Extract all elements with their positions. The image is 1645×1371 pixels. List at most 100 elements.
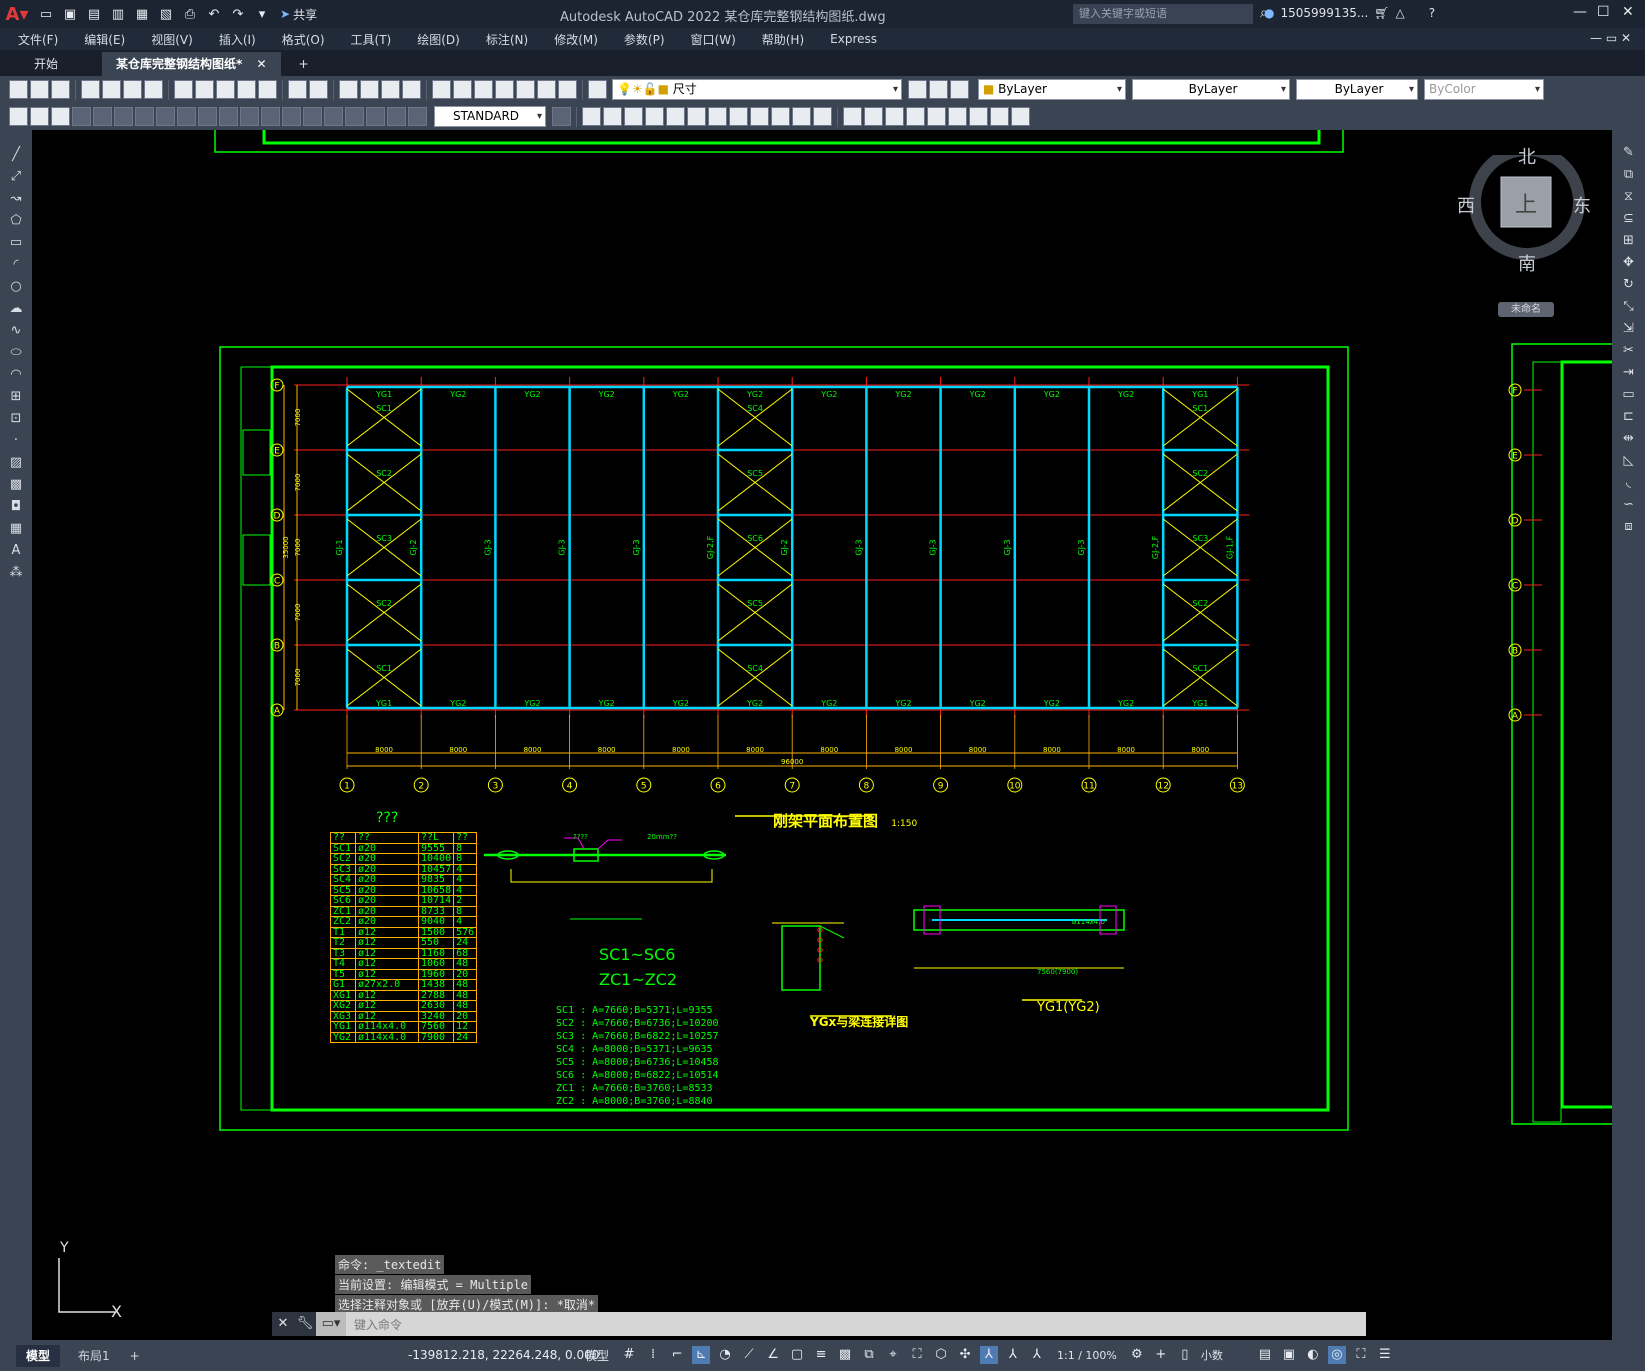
tool-palettes-icon[interactable] xyxy=(474,80,493,99)
3d-align-icon[interactable] xyxy=(990,107,1009,126)
viewcube-top-face[interactable]: 上 xyxy=(1515,187,1537,219)
object-snap-tracking-icon[interactable]: ∠ xyxy=(764,1346,782,1364)
3d-dwf-icon[interactable] xyxy=(144,80,163,99)
region-icon[interactable]: ◘ xyxy=(7,498,25,516)
revision-cloud-icon[interactable]: ☁ xyxy=(7,300,25,318)
command-input[interactable]: 键入命令 xyxy=(354,1316,402,1333)
quick-properties-icon[interactable]: ▤ xyxy=(1256,1346,1274,1364)
dim-text-edit-icon[interactable] xyxy=(387,107,406,126)
sweep-icon[interactable] xyxy=(792,107,811,126)
undo-icon[interactable]: ↶ xyxy=(204,5,224,23)
3d-polysolid-icon[interactable] xyxy=(729,107,748,126)
point-icon[interactable]: · xyxy=(7,432,25,450)
break-at-point-icon[interactable]: ▭ xyxy=(1620,386,1638,404)
section-icon[interactable] xyxy=(927,107,946,126)
copy-icon[interactable] xyxy=(195,80,214,99)
open-file-icon[interactable]: ▣ xyxy=(60,5,80,23)
maximize-icon[interactable]: ☐ xyxy=(1597,4,1610,20)
isolate-objects-icon[interactable]: ◐ xyxy=(1304,1346,1322,1364)
save-icon[interactable] xyxy=(51,80,70,99)
3d-sphere-icon[interactable] xyxy=(645,107,664,126)
3d-array-icon[interactable] xyxy=(1011,107,1030,126)
snap-icon[interactable]: ⁞ xyxy=(644,1346,662,1364)
dim-continue-icon[interactable] xyxy=(219,107,238,126)
transparency-icon[interactable]: ▩ xyxy=(836,1346,854,1364)
block-editor-icon[interactable] xyxy=(258,80,277,99)
workspace-switching-icon[interactable]: ⚙ xyxy=(1128,1346,1146,1364)
recent-commands-icon[interactable]: ▭▾ xyxy=(316,1312,346,1336)
lineweight-icon[interactable]: ≡ xyxy=(812,1346,830,1364)
save-as-icon[interactable]: ▥ xyxy=(108,5,128,23)
union-icon[interactable] xyxy=(843,107,862,126)
3d-cone-icon[interactable] xyxy=(624,107,643,126)
inspection-icon[interactable] xyxy=(324,107,343,126)
fillet-icon[interactable]: ◟ xyxy=(1620,474,1638,492)
viewcube-east[interactable]: 东 xyxy=(1573,192,1591,218)
insert-block-icon[interactable]: ⊞ xyxy=(7,388,25,406)
explode-icon[interactable]: ⧈ xyxy=(1620,518,1638,536)
line-icon[interactable]: ╱ xyxy=(7,146,25,164)
3d-rotate-icon[interactable] xyxy=(969,107,988,126)
construction-line-icon[interactable]: ⤢ xyxy=(7,168,25,186)
properties-icon[interactable] xyxy=(432,80,451,99)
import-icon[interactable]: ▦ xyxy=(132,5,152,23)
customize-command-icon[interactable]: 🔧︎ xyxy=(294,1312,316,1336)
menu-format[interactable]: 格式(O) xyxy=(269,31,338,48)
ellipse-arc-icon[interactable]: ◠ xyxy=(7,366,25,384)
rotate-icon[interactable]: ↻ xyxy=(1620,276,1638,294)
lineweight-dropdown[interactable]: ByLayer xyxy=(1296,79,1418,100)
copy-object-icon[interactable]: ⧉ xyxy=(1620,166,1638,184)
minimize-icon[interactable]: — xyxy=(1573,4,1587,20)
intersect-icon[interactable] xyxy=(885,107,904,126)
menu-tools[interactable]: 工具(T) xyxy=(338,31,405,48)
model-space-button[interactable]: 模型 xyxy=(585,1347,609,1364)
circle-icon[interactable]: ○ xyxy=(7,278,25,296)
ortho-icon[interactable]: ⊾ xyxy=(692,1346,711,1364)
table-icon[interactable]: ▦ xyxy=(7,520,25,538)
share-button[interactable]: ➤ 共享 xyxy=(280,6,317,23)
menu-window[interactable]: 窗口(W) xyxy=(678,31,749,48)
menu-parametric[interactable]: 参数(P) xyxy=(611,31,678,48)
dim-baseline-icon[interactable] xyxy=(198,107,217,126)
new-file-icon[interactable]: ▭ xyxy=(36,5,56,23)
menu-dimension[interactable]: 标注(N) xyxy=(473,31,541,48)
zoom-previous-icon[interactable] xyxy=(402,80,421,99)
dynamic-ucs-icon[interactable]: ⛶ xyxy=(908,1346,926,1364)
drawing-canvas[interactable]: YG1 YG1 YG2 YG2 YG2 YG2 YG2 YG2 YG2 YG2 YG2 YG2 YG2 Y… xyxy=(32,130,1612,1340)
trim-icon[interactable]: ✂ xyxy=(1620,342,1638,360)
quickcalc-icon[interactable] xyxy=(537,80,556,99)
gradient-icon[interactable]: ▩ xyxy=(7,476,25,494)
sheet-set-icon[interactable] xyxy=(495,80,514,99)
export-icon[interactable]: ▧ xyxy=(156,5,176,23)
center-mark-icon[interactable] xyxy=(303,107,322,126)
dim-jogged-icon[interactable] xyxy=(114,107,133,126)
layer-properties-icon[interactable] xyxy=(588,80,607,99)
ellipse-icon[interactable]: ⬭ xyxy=(7,344,25,362)
arc-icon[interactable]: ◜ xyxy=(7,256,25,274)
tolerance-icon[interactable] xyxy=(282,107,301,126)
app-logo-icon[interactable]: A▾ xyxy=(0,0,34,28)
plot-icon[interactable] xyxy=(81,80,100,99)
menu-insert[interactable]: 插入(I) xyxy=(206,31,269,48)
layout-tab-model[interactable]: 模型 xyxy=(16,1344,61,1367)
subtract-icon[interactable] xyxy=(864,107,883,126)
layer-previous-icon[interactable] xyxy=(929,80,948,99)
dim-update-icon[interactable] xyxy=(408,107,427,126)
markup-icon[interactable] xyxy=(516,80,535,99)
make-block-icon[interactable]: ⊡ xyxy=(7,410,25,428)
offset-icon[interactable]: ⊆ xyxy=(1620,210,1638,228)
polyline-icon[interactable]: ↝ xyxy=(7,190,25,208)
isometric-icon[interactable]: ⟋ xyxy=(740,1346,758,1364)
color-dropdown[interactable]: ■ ByLayer xyxy=(978,79,1126,100)
layer-states-icon[interactable] xyxy=(950,80,969,99)
blend-curves-icon[interactable]: ∽ xyxy=(1620,496,1638,514)
save-icon[interactable]: ▤ xyxy=(84,5,104,23)
customization-icon[interactable]: ☰ xyxy=(1376,1346,1394,1364)
match-properties-icon[interactable] xyxy=(237,80,256,99)
redo-icon[interactable] xyxy=(309,80,328,99)
3d-wedge-icon[interactable] xyxy=(603,107,622,126)
viewcube-north[interactable]: 北 xyxy=(1518,143,1536,169)
dim-space-icon[interactable] xyxy=(240,107,259,126)
dim-edit-icon[interactable] xyxy=(366,107,385,126)
menu-modify[interactable]: 修改(M) xyxy=(541,31,611,48)
